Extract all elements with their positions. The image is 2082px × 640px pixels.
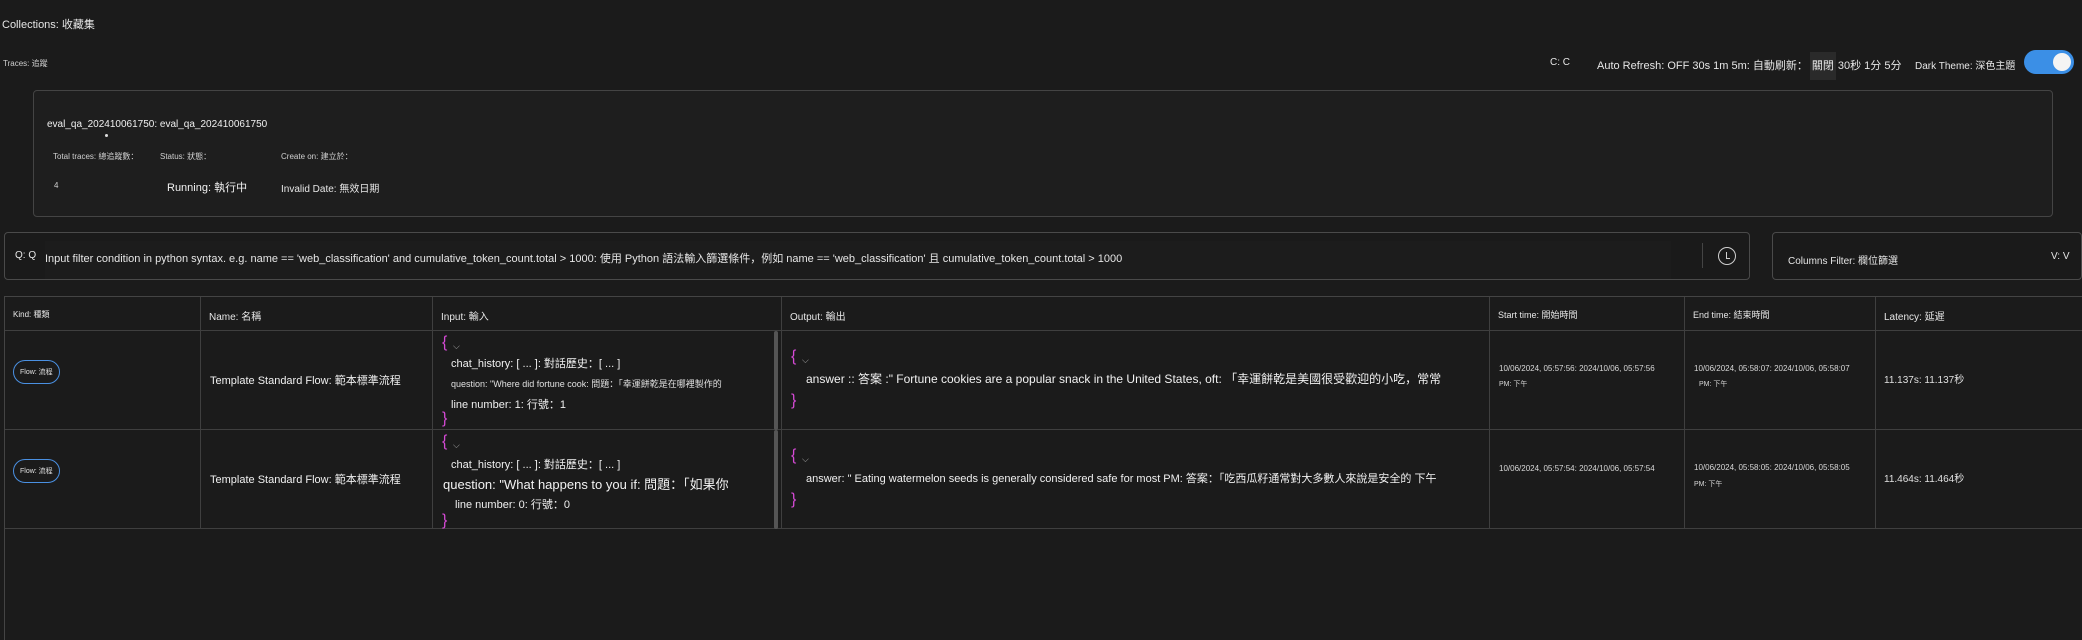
column-header-latency[interactable]: Latency: 延遲 (1876, 297, 2082, 331)
end-time-period: PM: 下午 (1694, 481, 1723, 488)
input-open-brace: { (442, 433, 448, 450)
output-close-brace: } (791, 392, 797, 409)
table-row[interactable]: Flow: 流程 Template Standard Flow: 範本標準流程 … (5, 331, 2082, 430)
filter-input[interactable]: Input filter condition in python syntax.… (45, 241, 1671, 279)
auto-refresh-control[interactable]: Auto Refresh: OFF 30s 1m 5m: 自動刷新： 關閉 30秒 … (1597, 52, 1902, 80)
trace-name[interactable]: Template Standard Flow: 範本標準流程 (210, 471, 401, 487)
output-cell: { ⌵ answer: " Eating watermelon seeds is… (782, 430, 1490, 529)
input-cell: { ⌵ chat_history: [ ... ]: 對話歷史：[ ... ] … (433, 331, 782, 430)
column-header-end-time[interactable]: End time: 結束時間 (1685, 297, 1876, 331)
auto-refresh-intervals[interactable]: 30秒 1分 5分 (1838, 60, 1902, 72)
refresh-icon[interactable] (1718, 247, 1736, 265)
column-header-name[interactable]: Name: 名稱 (201, 297, 433, 331)
input-question: question: "Where did fortune cook: 問題：「幸… (451, 379, 722, 389)
end-time: 10/06/2024, 05:58:07: 2024/10/06, 05:58:… (1694, 364, 1850, 373)
output-close-brace: } (791, 491, 797, 508)
table-row[interactable]: Flow: 流程 Template Standard Flow: 範本標準流程 … (5, 430, 2082, 529)
run-name: eval_qa_202410061750: eval_qa_2024100617… (47, 119, 268, 130)
start-time: 10/06/2024, 05:57:54: 2024/10/06, 05:57:… (1499, 464, 1655, 473)
kind-cell: Flow: 流程 (5, 331, 201, 430)
run-name-indicator (105, 134, 108, 137)
table-header: Kind: 種類 Name: 名稱 Input: 輸入 Output: 輸出 S… (5, 297, 2082, 331)
start-time: 10/06/2024, 05:57:56: 2024/10/06, 05:57:… (1499, 364, 1655, 373)
end-time-cell: 10/06/2024, 05:58:05: 2024/10/06, 05:58:… (1685, 430, 1876, 529)
chevron-down-icon[interactable]: ⌵ (802, 355, 809, 366)
filter-divider (1702, 243, 1703, 268)
output-open-brace: { (791, 348, 797, 365)
column-header-output[interactable]: Output: 輸出 (782, 297, 1490, 331)
chevron-down-icon[interactable]: ⌵ (453, 341, 460, 352)
input-chat-history: chat_history: [ ... ]: 對話歷史：[ ... ] (451, 358, 621, 370)
columns-filter-label: Columns Filter: 欄位篩選 (1788, 256, 1899, 267)
status-label: Status: 狀態： (160, 152, 212, 161)
latency-value: 11.137s: 11.137秒 (1884, 375, 1965, 386)
auto-refresh-label: Auto Refresh: OFF 30s 1m 5m: 自動刷新： (1597, 60, 1808, 72)
input-line-number: line number: 0: 行號：0 (455, 499, 570, 511)
latency-cell: 11.464s: 11.464秒 (1876, 430, 2082, 529)
chevron-down-icon[interactable]: V: V (2051, 251, 2070, 262)
input-question: question: "What happens to you if: 問題：「如… (443, 477, 729, 492)
output-cell: { ⌵ answer :: 答案 :" Fortune cookies are … (782, 331, 1490, 430)
column-header-start-time[interactable]: Start time: 開始時間 (1490, 297, 1685, 331)
chevron-down-icon[interactable]: ⌵ (453, 440, 460, 451)
input-line-number: line number: 1: 行號：1 (451, 399, 566, 411)
output-answer: answer :: 答案 :" Fortune cookies are a po… (806, 372, 1442, 386)
input-scrollbar[interactable] (774, 331, 778, 430)
create-on-value: Invalid Date: 無效日期 (281, 184, 380, 195)
output-open-brace: { (791, 447, 797, 464)
toggle-knob (2053, 53, 2071, 71)
input-chat-history: chat_history: [ ... ]: 對話歷史：[ ... ] (451, 459, 621, 471)
status-value: Running: 執行中 (167, 182, 248, 194)
dark-theme-label: Dark Theme: 深色主題 (1915, 61, 2016, 72)
input-scrollbar[interactable] (774, 430, 778, 529)
start-time-cell: 10/06/2024, 05:57:56: 2024/10/06, 05:57:… (1490, 331, 1685, 430)
input-cell: { ⌵ chat_history: [ ... ]: 對話歷史：[ ... ] … (433, 430, 782, 529)
start-time-cell: 10/06/2024, 05:57:54: 2024/10/06, 05:57:… (1490, 430, 1685, 529)
traces-table: Kind: 種類 Name: 名稱 Input: 輸入 Output: 輸出 S… (4, 296, 2082, 640)
traces-tab[interactable]: Traces: 追蹤 (3, 58, 48, 69)
filter-prefix: Q: Q (15, 250, 37, 261)
end-time-period: PM: 下午 (1699, 381, 1728, 388)
create-on-label: Create on: 建立於： (281, 152, 353, 161)
column-header-kind[interactable]: Kind: 種類 (5, 297, 201, 331)
total-traces-value: 4 (54, 181, 59, 190)
trace-name[interactable]: Template Standard Flow: 範本標準流程 (210, 372, 401, 388)
kind-badge[interactable]: Flow: 流程 (13, 459, 60, 483)
input-open-brace: { (442, 334, 448, 351)
kind-cell: Flow: 流程 (5, 430, 201, 529)
name-cell: Template Standard Flow: 範本標準流程 (201, 430, 433, 529)
chevron-down-icon[interactable]: ⌵ (802, 454, 809, 465)
end-time-cell: 10/06/2024, 05:58:07: 2024/10/06, 05:58:… (1685, 331, 1876, 430)
dark-theme-toggle[interactable] (2024, 50, 2074, 74)
cc-button[interactable]: C: C (1548, 57, 1572, 68)
collections-label[interactable]: Collections: 收藏集 (2, 16, 95, 32)
input-close-brace: } (442, 512, 448, 529)
end-time: 10/06/2024, 05:58:05: 2024/10/06, 05:58:… (1694, 463, 1850, 472)
output-answer: answer: " Eating watermelon seeds is gen… (806, 473, 1437, 485)
auto-refresh-off-option[interactable]: 關閉 (1809, 52, 1836, 80)
total-traces-label: Total traces: 總追蹤數： (53, 152, 139, 161)
input-close-brace: } (442, 410, 448, 427)
start-time-period: PM: 下午 (1499, 381, 1528, 388)
latency-value: 11.464s: 11.464秒 (1884, 474, 1965, 485)
latency-cell: 11.137s: 11.137秒 (1876, 331, 2082, 430)
name-cell: Template Standard Flow: 範本標準流程 (201, 331, 433, 430)
kind-badge[interactable]: Flow: 流程 (13, 360, 60, 384)
column-header-input[interactable]: Input: 輸入 (433, 297, 782, 331)
